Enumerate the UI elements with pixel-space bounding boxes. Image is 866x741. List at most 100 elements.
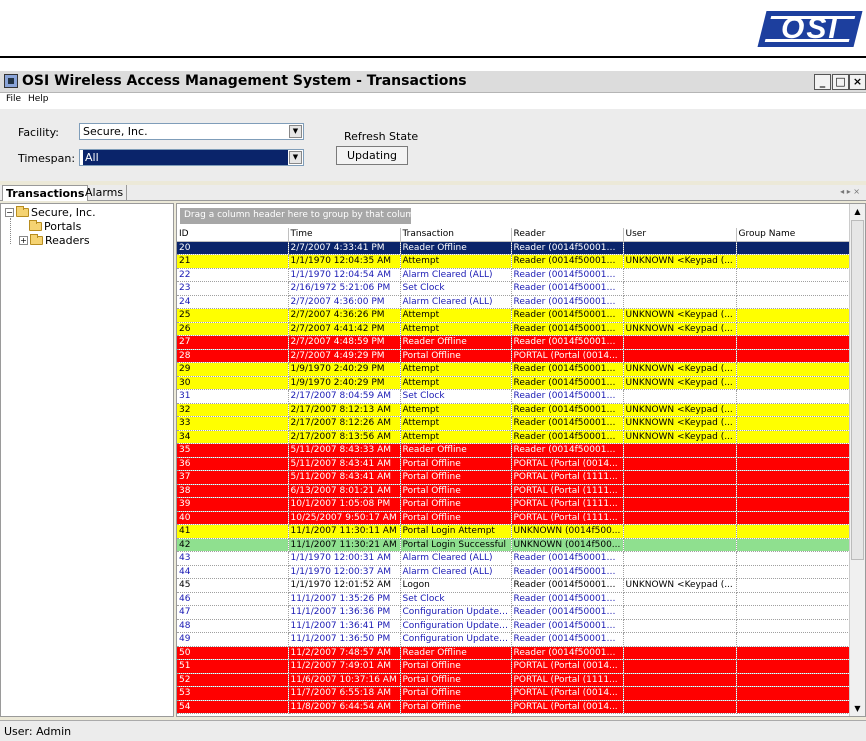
cell-user: UNKNOWN <Keypad (... bbox=[623, 416, 737, 431]
table-row[interactable]: 27 2/7/2007 4:48:59 PM Reader Offline Reade… bbox=[177, 335, 850, 350]
table-row[interactable]: 52 11/6/2007 10:37:16 AM Portal Offline POR… bbox=[177, 673, 850, 687]
facility-value: Secure, Inc. bbox=[83, 125, 148, 138]
cell-group bbox=[736, 686, 850, 701]
table-row[interactable]: 48 11/1/2007 1:36:41 PM Configuration Upda… bbox=[177, 619, 850, 633]
scroll-up-icon[interactable]: ▲ bbox=[852, 206, 863, 217]
cell-reader: PORTAL (Portal (0014... bbox=[511, 457, 624, 471]
column-header-transaction[interactable]: Transaction bbox=[400, 228, 512, 242]
menu-help[interactable]: Help bbox=[28, 94, 49, 104]
scroll-thumb[interactable] bbox=[851, 220, 864, 560]
cell-reader: Reader (0014f5000121) bbox=[511, 632, 624, 647]
cell-time: 2/7/2007 4:33:41 PM bbox=[288, 241, 401, 255]
table-row[interactable]: 24 2/7/2007 4:36:00 PM Alarm Cleared (ALL)… bbox=[177, 295, 850, 309]
column-header-time[interactable]: Time bbox=[288, 228, 401, 242]
cell-transaction: Portal Offline bbox=[400, 673, 512, 687]
tree-node-root[interactable]: − Secure, Inc. bbox=[5, 206, 96, 219]
timespan-select[interactable]: All ▼ bbox=[79, 149, 304, 166]
expand-icon[interactable]: + bbox=[19, 236, 28, 245]
cell-user bbox=[623, 686, 737, 701]
column-header-group-name[interactable]: Group Name bbox=[736, 228, 850, 242]
cell-user bbox=[623, 524, 737, 539]
tree-node-readers[interactable]: + Readers bbox=[19, 234, 90, 247]
cell-user: UNKNOWN <Keypad (... bbox=[623, 430, 737, 444]
table-row[interactable]: 54 11/8/2007 6:44:54 AM Portal Offline PORT… bbox=[177, 700, 850, 714]
cell-time: 1/1/1970 12:04:35 AM bbox=[288, 254, 401, 269]
table-row[interactable]: 41 11/1/2007 11:30:11 AM Portal Login Atte… bbox=[177, 524, 850, 539]
cell-id: 43 bbox=[177, 551, 289, 566]
tab-transactions[interactable]: Transactions bbox=[2, 185, 89, 201]
close-button[interactable]: × bbox=[849, 74, 866, 90]
cell-id: 26 bbox=[177, 322, 289, 336]
table-row[interactable]: 44 1/1/1970 12:00:37 AM Alarm Cleared (ALL… bbox=[177, 565, 850, 579]
cell-transaction: Attempt bbox=[400, 322, 512, 336]
table-row[interactable]: 31 2/17/2007 8:04:59 AM Set Clock Reader (0… bbox=[177, 389, 850, 404]
cell-time: 11/1/2007 1:35:26 PM bbox=[288, 592, 401, 606]
table-row[interactable]: 39 10/1/2007 1:05:08 PM Portal Offline PORT… bbox=[177, 497, 850, 512]
cell-id: 39 bbox=[177, 497, 289, 512]
table-row[interactable]: 33 2/17/2007 8:12:26 AM Attempt Reader (001… bbox=[177, 416, 850, 431]
cell-transaction: Portal Offline bbox=[400, 511, 512, 525]
table-row[interactable]: 20 2/7/2007 4:33:41 PM Reader Offline Reade… bbox=[177, 241, 850, 255]
table-row[interactable]: 21 1/1/1970 12:04:35 AM Attempt Reader (001… bbox=[177, 254, 850, 269]
table-row[interactable]: 51 11/2/2007 7:49:01 AM Portal Offline PORT… bbox=[177, 659, 850, 674]
menu-file[interactable]: File bbox=[6, 94, 21, 104]
table-row[interactable]: 49 11/1/2007 1:36:50 PM Configuration Upda… bbox=[177, 632, 850, 647]
table-row[interactable]: 29 1/9/1970 2:40:29 PM Attempt Reader (0014… bbox=[177, 362, 850, 377]
app-icon[interactable] bbox=[4, 74, 18, 88]
table-row[interactable]: 38 6/13/2007 8:01:21 AM Portal Offline PORT… bbox=[177, 484, 850, 498]
table-row[interactable]: 43 1/1/1970 12:00:31 AM Alarm Cleared (ALL… bbox=[177, 551, 850, 566]
cell-user: UNKNOWN <Keypad (... bbox=[623, 322, 737, 336]
table-row[interactable]: 40 10/25/2007 9:50:17 AM Portal Offline POR… bbox=[177, 511, 850, 525]
table-row[interactable]: 23 2/16/1972 5:21:06 PM Set Clock Reader (0… bbox=[177, 281, 850, 296]
table-row[interactable]: 45 1/1/1970 12:01:52 AM Logon Reader (0014f… bbox=[177, 578, 850, 593]
title-bar[interactable]: OSI Wireless Access Management System - … bbox=[0, 71, 866, 93]
cell-reader: Reader (0014f5000121) bbox=[511, 241, 624, 255]
tab-alarms[interactable]: Alarms bbox=[82, 185, 128, 201]
tab-scroll-icon[interactable]: ◂ ▸ × bbox=[840, 187, 860, 196]
cell-transaction: Portal Offline bbox=[400, 457, 512, 471]
table-row[interactable]: 46 11/1/2007 1:35:26 PM Set Clock Reader (0… bbox=[177, 592, 850, 606]
cell-reader: Reader (0014f5000121) bbox=[511, 605, 624, 620]
table-row[interactable]: 25 2/7/2007 4:36:26 PM Attempt Reader (0014… bbox=[177, 308, 850, 323]
table-row[interactable]: 30 1/9/1970 2:40:29 PM Attempt Reader (0014… bbox=[177, 376, 850, 390]
column-header-id[interactable]: ID bbox=[177, 228, 289, 242]
cell-user: UNKNOWN <Keypad (... bbox=[623, 376, 737, 390]
cell-reader: PORTAL (Portal (0014... bbox=[511, 659, 624, 674]
cell-user bbox=[623, 349, 737, 363]
table-row[interactable]: 26 2/7/2007 4:41:42 PM Attempt Reader (0014… bbox=[177, 322, 850, 336]
group-by-area[interactable]: Drag a column header here to group by th… bbox=[177, 204, 849, 228]
table-row[interactable]: 36 5/11/2007 8:43:41 AM Portal Offline PORT… bbox=[177, 457, 850, 471]
maximize-button[interactable]: □ bbox=[832, 74, 849, 90]
vertical-scrollbar[interactable]: ▲ ▼ bbox=[849, 204, 865, 716]
table-row[interactable]: 42 11/1/2007 11:30:21 AM Portal Login Succ… bbox=[177, 538, 850, 552]
table-row[interactable]: 32 2/17/2007 8:12:13 AM Attempt Reader (001… bbox=[177, 403, 850, 417]
cell-group bbox=[736, 524, 850, 539]
column-header-reader[interactable]: Reader bbox=[511, 228, 624, 242]
cell-time: 11/2/2007 7:49:01 AM bbox=[288, 659, 401, 674]
chevron-down-icon[interactable]: ▼ bbox=[289, 151, 302, 164]
table-row[interactable]: 47 11/1/2007 1:36:36 PM Configuration Upda… bbox=[177, 605, 850, 620]
cell-user: UNKNOWN <Keypad (... bbox=[623, 578, 737, 593]
table-row[interactable]: 22 1/1/1970 12:04:54 AM Alarm Cleared (ALL… bbox=[177, 268, 850, 282]
refresh-state-label: Refresh State bbox=[344, 130, 419, 143]
cell-reader: Reader (0014f5000121) bbox=[511, 308, 624, 323]
minimize-button[interactable]: _ bbox=[814, 74, 831, 90]
status-user: User: Admin bbox=[4, 725, 72, 738]
table-row[interactable]: 35 5/11/2007 8:43:33 AM Reader Offline Read… bbox=[177, 443, 850, 458]
cell-time: 2/17/2007 8:04:59 AM bbox=[288, 389, 401, 404]
table-row[interactable]: 34 2/17/2007 8:13:56 AM Attempt Reader (001… bbox=[177, 430, 850, 444]
cell-transaction: Set Clock bbox=[400, 592, 512, 606]
cell-time: 10/25/2007 9:50:17 AM bbox=[288, 511, 401, 525]
table-row[interactable]: 28 2/7/2007 4:49:29 PM Portal Offline PORTA… bbox=[177, 349, 850, 363]
chevron-down-icon[interactable]: ▼ bbox=[289, 125, 302, 138]
cell-transaction: Reader Offline bbox=[400, 335, 512, 350]
refresh-state-button[interactable]: Updating bbox=[336, 146, 408, 165]
collapse-icon[interactable]: − bbox=[5, 208, 14, 217]
table-row[interactable]: 53 11/7/2007 6:55:18 AM Portal Offline PORT… bbox=[177, 686, 850, 701]
table-row[interactable]: 50 11/2/2007 7:48:57 AM Reader Offline Read… bbox=[177, 646, 850, 660]
facility-select[interactable]: Secure, Inc. ▼ bbox=[79, 123, 304, 140]
table-row[interactable]: 37 5/11/2007 8:43:41 AM Portal Offline PORT… bbox=[177, 470, 850, 485]
column-header-user[interactable]: User bbox=[623, 228, 737, 242]
tree-node-portals[interactable]: Portals bbox=[29, 220, 81, 233]
scroll-down-icon[interactable]: ▼ bbox=[852, 703, 863, 714]
